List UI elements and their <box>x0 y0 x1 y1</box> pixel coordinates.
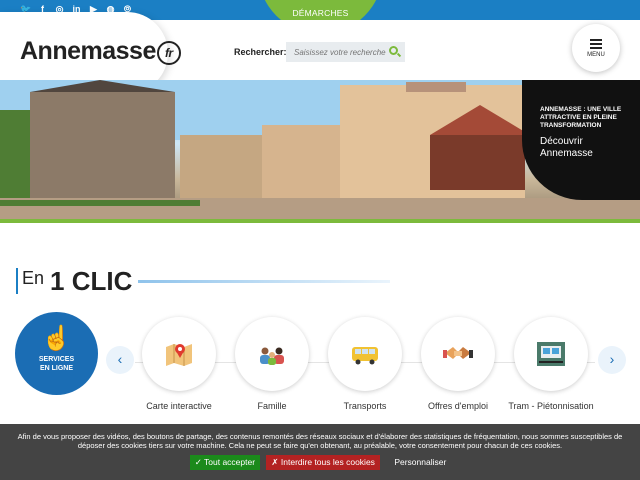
map-icon <box>166 344 192 366</box>
title-underline <box>138 280 390 283</box>
logo-text: Annemasse <box>20 37 156 65</box>
carousel-item-circle <box>142 317 216 391</box>
services-label-line2: EN LIGNE <box>39 365 74 372</box>
chevron-right-icon: › <box>609 351 615 367</box>
discover-tagline: ANNEMASSE : UNE VILLE ATTRACTIVE EN PLEI… <box>540 106 622 129</box>
menu-button[interactable]: MENU <box>572 24 620 72</box>
carousel-item-label: Tram - Piétonnisation <box>508 401 594 411</box>
section-title-prefix: En <box>22 268 45 288</box>
carousel-item-tram[interactable]: Tram - Piétonnisation <box>506 317 596 412</box>
family-icon <box>260 347 284 365</box>
carousel-item-circle <box>514 317 588 391</box>
bus-icon <box>352 347 378 365</box>
carousel-item-transports[interactable]: Transports <box>320 317 410 412</box>
cookie-actions: ✓ Tout accepter ✗ Interdire tous les coo… <box>0 455 640 470</box>
handshake-icon <box>443 347 473 359</box>
deny-cookies-button[interactable]: ✗ Interdire tous les cookies <box>266 455 380 470</box>
hero-divider <box>0 219 640 223</box>
carousel-item-circle <box>235 317 309 391</box>
menu-label: MENU <box>587 52 605 58</box>
carousel-item-famille[interactable]: Famille <box>227 317 317 412</box>
accept-cookies-button[interactable]: ✓ Tout accepter <box>189 455 261 470</box>
site-logo[interactable]: Annemasse fr <box>20 37 181 66</box>
section-title: En 1 CLIC <box>16 268 132 294</box>
carousel-next-button[interactable]: › <box>598 346 626 374</box>
carousel-prev-button[interactable]: ‹ <box>106 346 134 374</box>
hamburger-icon <box>590 39 602 49</box>
logo-fr-badge: fr <box>156 41 181 65</box>
carousel-item-circle <box>421 317 495 391</box>
discover-panel[interactable]: ANNEMASSE : UNE VILLE ATTRACTIVE EN PLEI… <box>522 80 640 200</box>
carousel-item-emploi[interactable]: Offres d'emploi <box>413 317 503 412</box>
cookie-text: Afin de vous proposer des vidéos, des bo… <box>17 432 623 450</box>
chevron-left-icon: ‹ <box>117 351 123 367</box>
section-title-main: 1 CLIC <box>50 266 133 296</box>
carousel-item-label: Carte interactive <box>146 401 212 411</box>
services-label-line1: SERVICES <box>38 356 75 363</box>
carousel-item-label: Famille <box>257 401 287 411</box>
carousel-item-circle <box>328 317 402 391</box>
services-label: SERVICES EN LIGNE <box>15 355 98 373</box>
carousel-item-carte[interactable]: Carte interactive <box>134 317 224 412</box>
pointing-hand-icon: ☝ <box>41 325 72 352</box>
cookie-banner: Afin de vous proposer des vidéos, des bo… <box>0 424 640 480</box>
tram-icon <box>537 342 565 366</box>
search-icon[interactable] <box>389 46 398 55</box>
search-label: Rechercher: <box>234 47 287 57</box>
services-en-ligne-button[interactable]: ☝ SERVICES EN LIGNE <box>15 312 98 395</box>
carousel-item-label: Transports <box>343 401 387 411</box>
demarches-label: DÉMARCHES <box>292 8 349 18</box>
discover-link[interactable]: Découvrir Annemasse <box>540 136 620 160</box>
customize-cookies-button[interactable]: Personnaliser <box>390 455 450 469</box>
carousel-item-label: Offres d'emploi <box>427 401 489 411</box>
site-header: Annemassefr Rechercher: MENU <box>0 12 640 94</box>
search-input[interactable] <box>286 42 405 62</box>
